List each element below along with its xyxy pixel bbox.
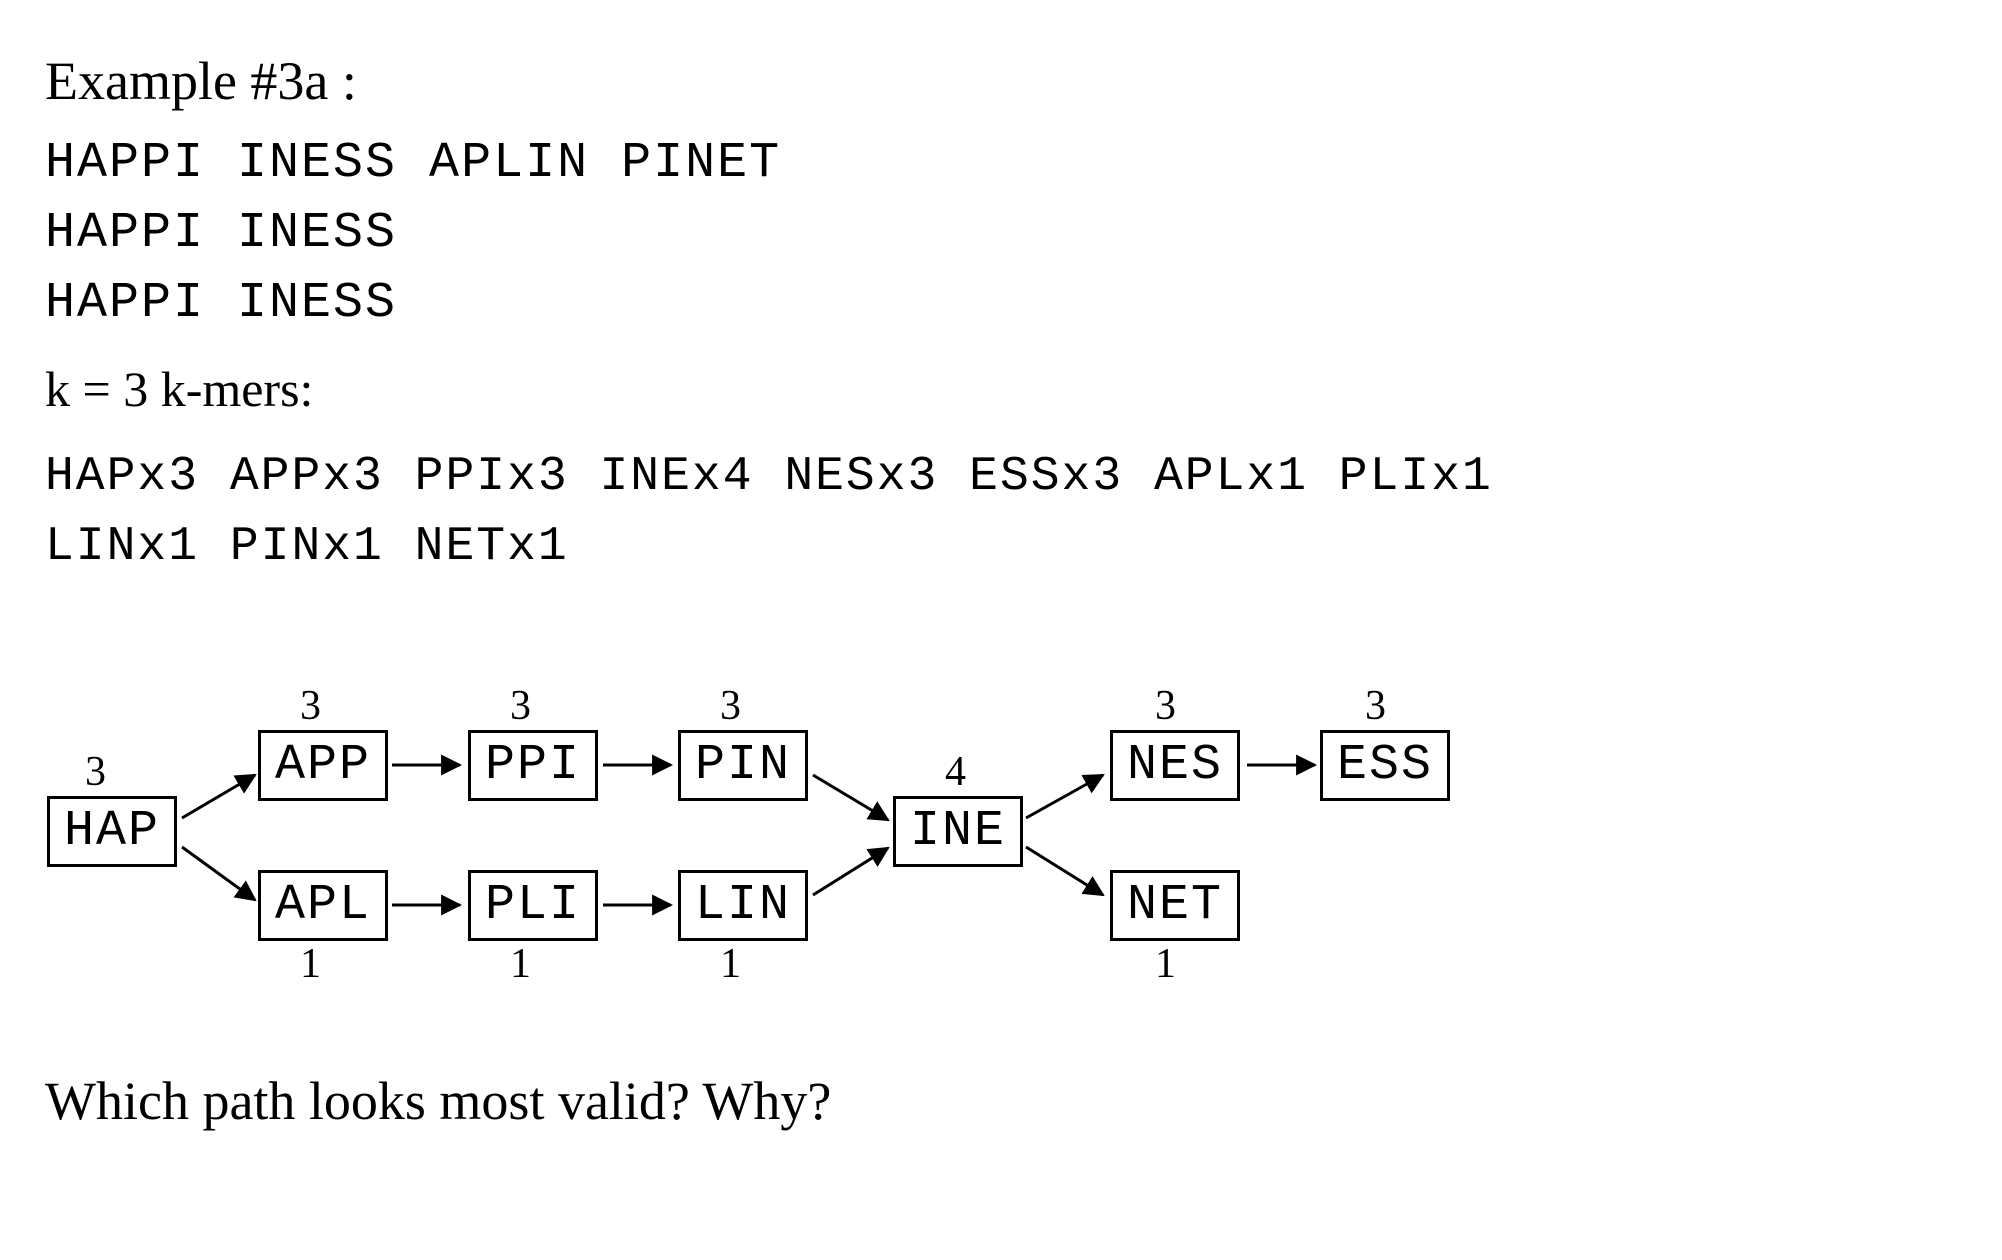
- node-count-nes: 3: [1155, 682, 1176, 730]
- node-count-pin: 3: [720, 682, 741, 730]
- node-lin: LIN: [678, 870, 808, 941]
- node-count-hap: 3: [85, 748, 106, 796]
- node-count-apl: 1: [300, 940, 321, 988]
- node-count-app: 3: [300, 682, 321, 730]
- node-apl: APL: [258, 870, 388, 941]
- node-net: NET: [1110, 870, 1240, 941]
- node-pli: PLI: [468, 870, 598, 941]
- node-app: APP: [258, 730, 388, 801]
- node-pin: PIN: [678, 730, 808, 801]
- node-count-ppi: 3: [510, 682, 531, 730]
- node-ppi: PPI: [468, 730, 598, 801]
- node-count-ess: 3: [1365, 682, 1386, 730]
- node-count-pli: 1: [510, 940, 531, 988]
- node-ess: ESS: [1320, 730, 1450, 801]
- node-hap: HAP: [47, 796, 177, 867]
- node-count-net: 1: [1155, 940, 1176, 988]
- node-count-lin: 1: [720, 940, 741, 988]
- node-ine: INE: [893, 796, 1023, 867]
- question-text: Which path looks most valid? Why?: [45, 1070, 831, 1132]
- node-nes: NES: [1110, 730, 1240, 801]
- node-count-ine: 4: [945, 748, 966, 796]
